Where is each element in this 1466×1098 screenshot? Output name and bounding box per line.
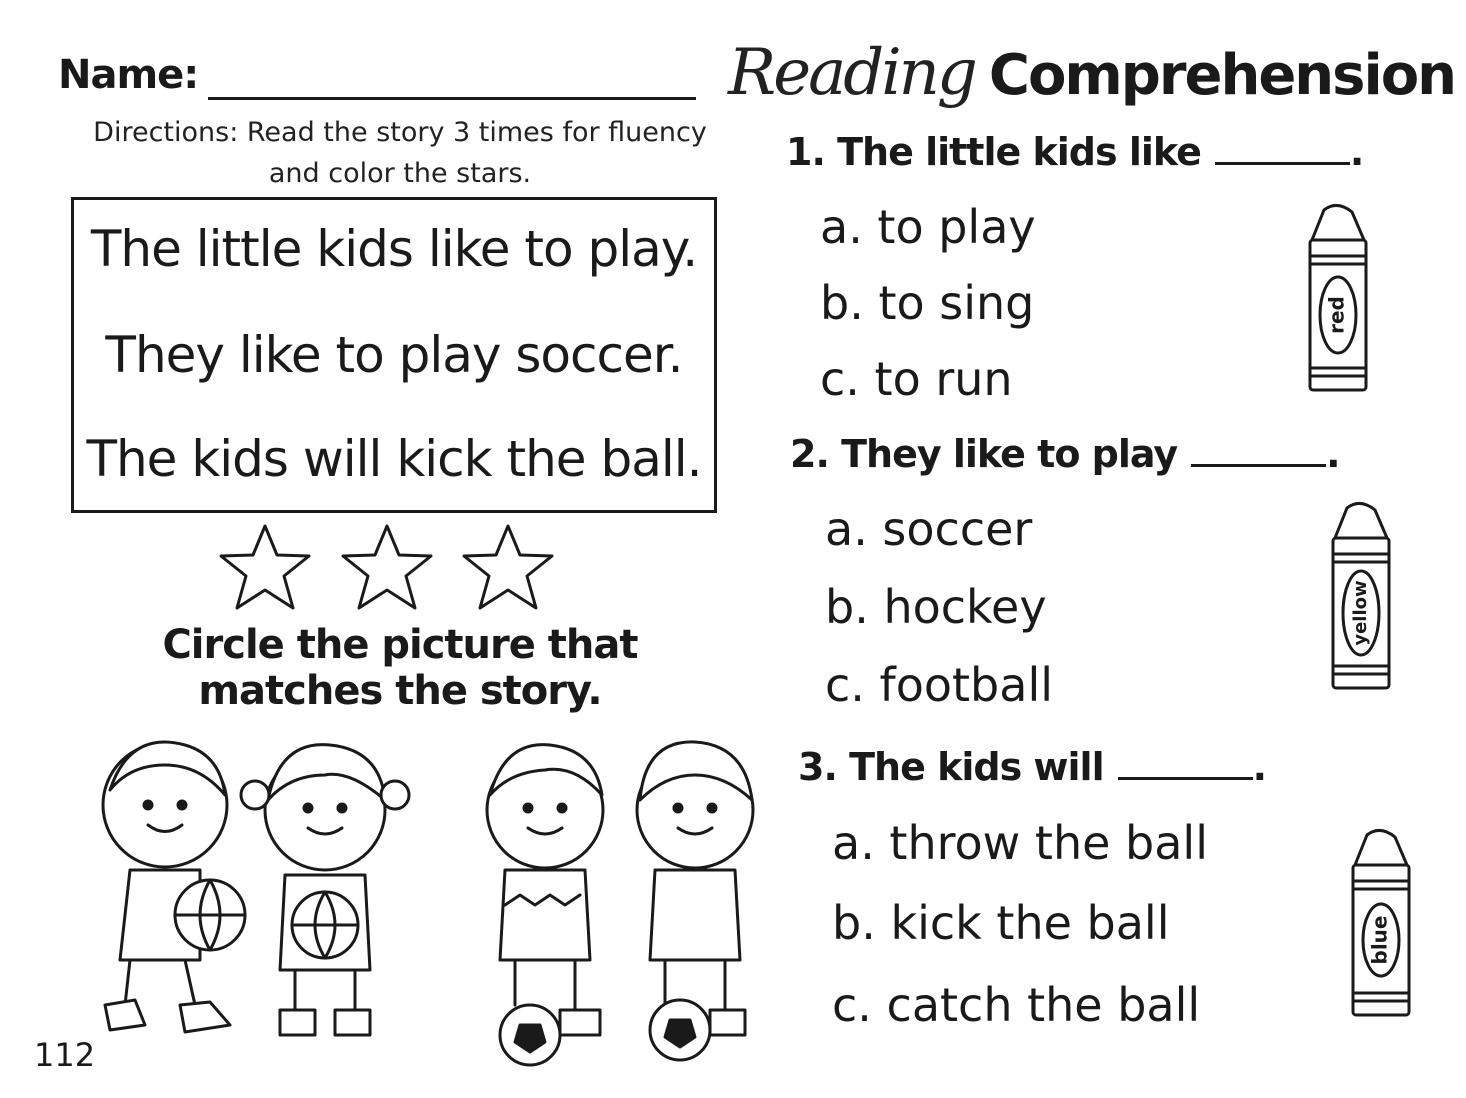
- star-outline-icon[interactable]: [462, 524, 554, 610]
- question-3-option-b[interactable]: b. kick the ball: [832, 896, 1169, 950]
- activity-line-2: matches the story.: [198, 668, 602, 714]
- crayon-icon: yellow: [1331, 502, 1391, 690]
- question-1-prompt: 1. The little kids like.: [786, 130, 1364, 174]
- question-1-option-a[interactable]: a. to play: [820, 200, 1036, 254]
- activity-instructions: Circle the picture that matches the stor…: [120, 622, 680, 714]
- worksheet-title: Reading Comprehension: [728, 36, 1457, 110]
- story-line-3: The kids will kick the ball.: [86, 430, 702, 488]
- question-1-text: 1. The little kids like: [786, 130, 1202, 174]
- crayon-icon: blue: [1351, 829, 1411, 1017]
- question-3-option-a[interactable]: a. throw the ball: [832, 816, 1208, 870]
- fluency-stars: [219, 524, 554, 610]
- question-3-text: 3. The kids will: [798, 745, 1105, 789]
- directions-line-1: Directions: Read the story 3 times for f…: [93, 117, 707, 148]
- question-1-blank[interactable]: [1214, 134, 1350, 165]
- question-1-option-c[interactable]: c. to run: [820, 352, 1013, 406]
- question-3-blank[interactable]: [1117, 749, 1253, 780]
- question-2-text: 2. They like to play: [790, 432, 1178, 476]
- activity-line-1: Circle the picture that: [162, 622, 638, 668]
- crayon-label-red: red: [1325, 296, 1349, 334]
- directions-line-2: and color the stars.: [268, 158, 532, 189]
- crayon-icon: red: [1308, 204, 1368, 392]
- story-line-2: They like to play soccer.: [105, 326, 683, 384]
- question-1-end: .: [1349, 130, 1364, 174]
- title-script: Reading: [728, 36, 978, 110]
- name-blank-line[interactable]: [208, 97, 696, 100]
- question-2-option-c[interactable]: c. football: [825, 658, 1053, 712]
- name-label: Name:: [58, 52, 199, 98]
- story-box: The little kids like to play. They like …: [71, 197, 717, 513]
- crayon-label-blue: blue: [1368, 916, 1392, 965]
- question-2-end: .: [1326, 432, 1340, 476]
- crayon-label-yellow: yellow: [1350, 580, 1371, 645]
- title-bold: Comprehension: [988, 43, 1457, 108]
- question-1-option-b[interactable]: b. to sing: [820, 276, 1034, 330]
- kids-soccer-illustration[interactable]: [485, 740, 755, 1067]
- star-outline-icon[interactable]: [219, 524, 311, 610]
- directions: Directions: Read the story 3 times for f…: [70, 112, 730, 194]
- question-3-end: .: [1252, 745, 1267, 789]
- question-3-prompt: 3. The kids will.: [798, 745, 1267, 789]
- page-number: 112: [34, 1036, 96, 1074]
- kids-basketball-illustration[interactable]: [101, 740, 411, 1037]
- story-line-1: The little kids like to play.: [90, 220, 698, 278]
- star-outline-icon[interactable]: [341, 524, 433, 610]
- kids-illustrations: [101, 740, 755, 1067]
- question-2-option-a[interactable]: a. soccer: [825, 502, 1032, 556]
- question-3-option-c[interactable]: c. catch the ball: [832, 978, 1200, 1032]
- question-2-blank[interactable]: [1191, 436, 1327, 467]
- question-2-option-b[interactable]: b. hockey: [825, 580, 1047, 634]
- question-2-prompt: 2. They like to play.: [790, 432, 1341, 476]
